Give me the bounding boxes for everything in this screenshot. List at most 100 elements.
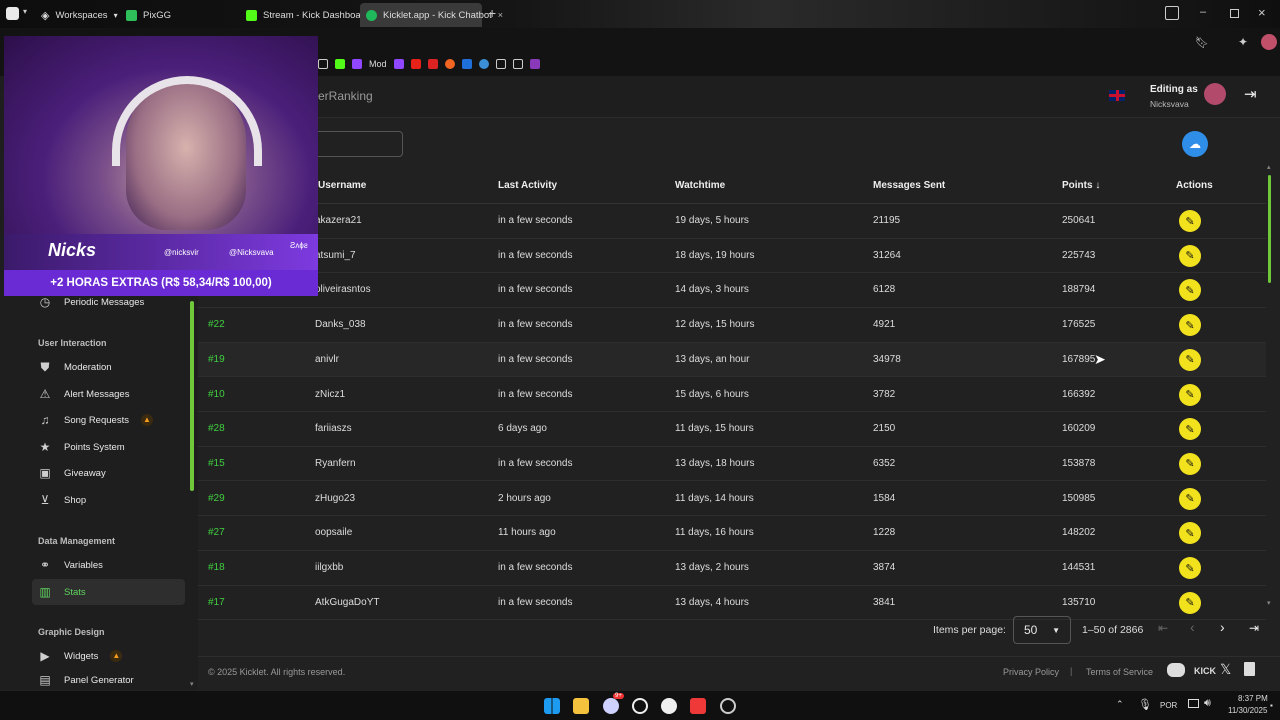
extensions-icon[interactable]: ✦ [1238, 35, 1248, 49]
discord-icon[interactable] [603, 698, 619, 714]
tab-list-icon[interactable] [1165, 6, 1179, 20]
items-per-page-select[interactable]: 50 ▼ [1013, 616, 1071, 644]
points-cell: 176525 [1062, 319, 1096, 331]
edit-button[interactable]: ✎ [1179, 557, 1201, 579]
edit-button[interactable]: ✎ [1179, 210, 1201, 232]
sidebar-item-giveaway[interactable]: ▣ Giveaway [32, 460, 185, 486]
sidebar-item-moderation[interactable]: ⛊ Moderation [32, 354, 185, 380]
minimize-icon[interactable]: – [1200, 6, 1206, 18]
column-messages-sent[interactable]: Messages Sent [873, 180, 945, 191]
cloud-upload-button[interactable]: ☁ [1182, 131, 1208, 157]
sidebar-item-panel-generator[interactable]: ▤ Panel Generator [32, 670, 185, 690]
column-watchtime[interactable]: Watchtime [675, 180, 725, 191]
edit-button[interactable]: ✎ [1179, 487, 1201, 510]
folder-icon[interactable] [512, 59, 523, 69]
edit-button[interactable]: ✎ [1179, 418, 1201, 441]
bookmark-mod[interactable]: Mod [369, 59, 387, 69]
bookmark-kick-icon[interactable] [335, 59, 345, 69]
chevron-up-icon[interactable]: ⌃ [1116, 699, 1124, 710]
network-icon[interactable] [1188, 699, 1199, 708]
folder-icon[interactable] [495, 59, 506, 69]
microphone-icon[interactable]: 🎙︎ [1138, 698, 1152, 711]
column-last-activity[interactable]: Last Activity [498, 180, 557, 191]
folder-icon[interactable] [318, 59, 328, 69]
twitch-icon[interactable] [393, 59, 404, 69]
volume-icon[interactable]: 🔊︎ [1204, 697, 1211, 710]
discord-icon[interactable] [1167, 663, 1185, 677]
table-scrollbar[interactable] [1268, 175, 1271, 283]
sidebar-item-widgets[interactable]: ▶ Widgets ▲ [32, 643, 185, 669]
sidebar-scrollbar[interactable] [190, 301, 194, 491]
sidebar-item-label: Periodic Messages [64, 296, 145, 308]
uk-flag-icon[interactable] [1109, 90, 1125, 101]
edit-button[interactable]: ✎ [1179, 522, 1201, 545]
first-page-icon[interactable]: ⇤ [1158, 621, 1168, 635]
notifications-icon[interactable]: ▪ [1270, 701, 1273, 710]
column-points[interactable]: Points ↓ [1062, 180, 1100, 191]
footer-separator: | [1070, 666, 1073, 676]
bookmark-orange-icon[interactable] [444, 59, 455, 69]
opera-icon[interactable] [632, 698, 648, 714]
sidebar-item-stats-active[interactable]: ▥ Stats [32, 579, 185, 605]
chevron-up-icon[interactable]: ▴ [1267, 163, 1271, 171]
maximize-icon[interactable] [1230, 9, 1239, 18]
sidebar-item-song-requests[interactable]: ♫ Song Requests ▲ [32, 407, 185, 433]
steam-icon[interactable] [720, 698, 736, 714]
steam-icon[interactable] [478, 59, 489, 69]
x-icon[interactable]: 𝕏 [1220, 661, 1231, 678]
tab-kicklet[interactable]: Kicklet.app - Kick Chatbot × [366, 6, 503, 24]
terms-of-service-link[interactable]: Terms of Service [1086, 667, 1153, 677]
language-indicator[interactable]: POR [1160, 701, 1177, 710]
pencil-icon: ✎ [1185, 284, 1195, 297]
vivaldi-icon[interactable] [690, 698, 706, 714]
windows-start-icon[interactable] [544, 698, 560, 714]
sidebar-item-variables[interactable]: ⚭ Variables [32, 552, 185, 578]
messages-cell: 21195 [873, 215, 901, 226]
next-page-icon[interactable]: › [1220, 619, 1225, 635]
last-page-icon[interactable]: ⇥ [1249, 621, 1259, 635]
chevron-down-icon[interactable]: ▾ [190, 680, 194, 688]
document-icon[interactable] [1244, 662, 1255, 676]
vivaldi-menu-icon[interactable] [6, 7, 19, 20]
clock-time[interactable]: 8:37 PM [1238, 694, 1268, 703]
bookmark-blue-icon[interactable] [461, 59, 472, 69]
bookmark-icon[interactable]: 🔖︎ [1195, 36, 1209, 49]
kick-social-link[interactable]: KICK [1194, 666, 1216, 676]
file-explorer-icon[interactable] [573, 698, 589, 714]
edit-button[interactable]: ✎ [1179, 314, 1201, 337]
avatar[interactable] [1204, 83, 1226, 105]
sidebar-item-points-system[interactable]: ★ Points System [32, 434, 185, 460]
workspaces-button[interactable]: ◈ Workspaces ▾ [41, 6, 118, 24]
chevron-down-icon[interactable]: ▾ [1267, 599, 1271, 607]
edit-button[interactable]: ✎ [1179, 279, 1201, 302]
chevron-down-icon[interactable]: ▾ [23, 7, 27, 16]
tab-kick-dashboard[interactable]: Stream - Kick Dashboard [246, 6, 369, 24]
table-row: atsumi_7 in a few seconds 18 days, 19 hour… [198, 239, 1266, 274]
bookmark-purple-icon[interactable] [529, 59, 540, 69]
new-tab-icon[interactable]: + [488, 5, 496, 21]
privacy-policy-link[interactable]: Privacy Policy [1003, 667, 1059, 677]
close-icon[interactable]: × [498, 10, 503, 20]
tab-pixgg[interactable]: PixGG [126, 6, 171, 24]
watchtime-cell: 14 days, 3 hours [675, 284, 749, 296]
search-input[interactable] [318, 131, 403, 157]
column-username[interactable]: Username [318, 180, 366, 191]
twitch-icon[interactable] [352, 59, 362, 69]
messages-cell: 6128 [873, 284, 896, 296]
prev-page-icon[interactable]: ‹ [1190, 619, 1195, 635]
edit-button[interactable]: ✎ [1179, 591, 1201, 614]
edit-button[interactable]: ✎ [1179, 348, 1201, 371]
logout-icon[interactable]: ⇥ [1244, 85, 1257, 103]
pencil-icon: ✎ [1185, 389, 1195, 401]
sidebar-item-shop[interactable]: ⊻ Shop [32, 487, 185, 513]
spotify-icon[interactable] [661, 698, 677, 714]
bookmark-red-icon[interactable] [427, 59, 438, 69]
close-window-icon[interactable]: × [1258, 5, 1266, 20]
youtube-icon[interactable] [410, 59, 421, 69]
clock-date[interactable]: 11/30/2025 [1228, 706, 1267, 715]
edit-button[interactable]: ✎ [1179, 383, 1201, 406]
edit-button[interactable]: ✎ [1179, 452, 1201, 475]
edit-button[interactable]: ✎ [1179, 244, 1201, 267]
profile-avatar[interactable] [1261, 34, 1277, 50]
sidebar-item-alert-messages[interactable]: ⚠ Alert Messages [32, 381, 185, 407]
